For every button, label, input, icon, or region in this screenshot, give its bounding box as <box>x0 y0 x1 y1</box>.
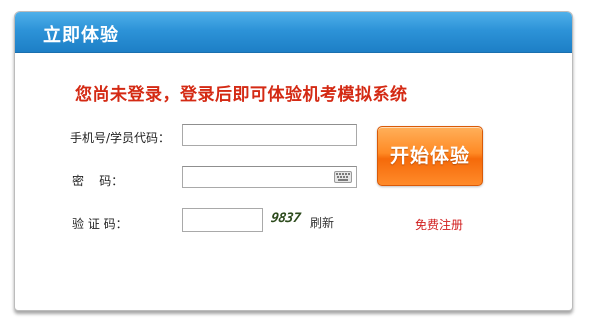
captcha-label: 验 证 码： <box>72 217 128 231</box>
refresh-captcha-link[interactable]: 刷新 <box>310 214 334 231</box>
phone-label: 手机号/学员代码： <box>70 131 171 145</box>
phone-input[interactable] <box>182 124 357 146</box>
keyboard-icon[interactable] <box>334 171 352 183</box>
password-label: 密 码： <box>72 174 124 188</box>
panel-title: 立即体验 <box>43 25 119 46</box>
captcha-input[interactable] <box>182 208 263 232</box>
panel-header: 立即体验 <box>15 12 572 53</box>
start-experience-button[interactable]: 开始体验 <box>377 126 483 186</box>
password-input[interactable] <box>182 166 357 188</box>
experience-panel: 立即体验 您尚未登录，登录后即可体验机考模拟系统 手机号/学员代码： 密 码： … <box>14 11 573 311</box>
captcha-image[interactable]: 9837 <box>270 211 301 226</box>
login-notice: 您尚未登录，登录后即可体验机考模拟系统 <box>75 85 408 105</box>
free-register-link[interactable]: 免费注册 <box>415 216 463 233</box>
